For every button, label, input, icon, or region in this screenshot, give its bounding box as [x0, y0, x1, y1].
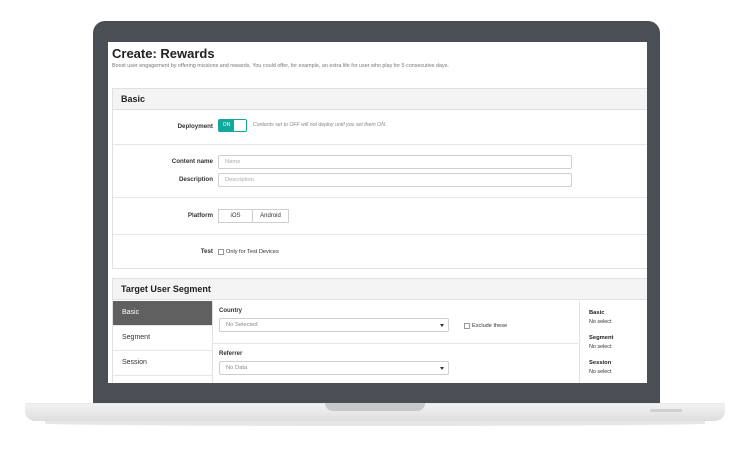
exclude-label: Exclude these	[472, 323, 508, 329]
platform-label: Platform	[187, 212, 213, 219]
exclude-checkbox[interactable]	[464, 323, 470, 329]
basic-panel-header: Basic	[113, 89, 647, 110]
referrer-label: Referrer	[219, 351, 243, 357]
segment-tab-session[interactable]: Session	[113, 351, 212, 376]
chevron-down-icon	[440, 324, 444, 327]
referrer-select-value: No Data	[226, 365, 248, 371]
laptop-mockup: Create: Rewards Boost user engagement by…	[0, 0, 750, 450]
segment-panel: Target User Segment Basic Segment Sessio…	[112, 278, 647, 383]
summary-basic-value: No select	[589, 319, 612, 325]
sidebar-divider	[212, 301, 213, 383]
app-screen: Create: Rewards Boost user engagement by…	[108, 42, 647, 383]
test-devices-checkbox[interactable]	[218, 249, 224, 255]
summary-segment-title: Segment	[589, 335, 614, 341]
content-name-label: Content name	[171, 158, 213, 165]
summary-divider	[579, 301, 580, 383]
deployment-label: Deployment	[177, 123, 213, 130]
chevron-down-icon	[440, 367, 444, 370]
laptop-shadow	[45, 421, 705, 426]
platform-android-button[interactable]: Android	[252, 209, 289, 223]
platform-row: Platform iOS Android	[113, 199, 647, 235]
page-title: Create: Rewards	[112, 46, 215, 61]
laptop-notch	[325, 403, 425, 411]
summary-basic-title: Basic	[589, 310, 605, 316]
toggle-on-label: ON	[219, 120, 234, 131]
summary-session-value: No select	[589, 369, 612, 375]
country-select[interactable]: No Selected	[219, 318, 449, 332]
description-label: Description	[178, 176, 213, 183]
laptop-foot-mark	[650, 409, 682, 412]
segment-tab-segment[interactable]: Segment	[113, 326, 212, 351]
description-input[interactable]: Description	[218, 173, 572, 187]
content-name-input[interactable]: Name	[218, 155, 572, 169]
deployment-hint: Contents set to OFF will not deploy unti…	[253, 122, 387, 128]
segment-tab-basic[interactable]: Basic	[113, 301, 212, 326]
country-label: Country	[219, 308, 242, 314]
page-subtitle: Boost user engagement by offering missio…	[112, 63, 449, 69]
test-label: Test	[200, 248, 213, 255]
summary-segment-value: No select	[589, 344, 612, 350]
test-row: Test Only for Test Devices	[113, 236, 647, 270]
country-select-value: No Selected	[226, 322, 258, 328]
referrer-select[interactable]: No Data	[219, 361, 449, 375]
basic-panel: Basic Deployment ON Contents set to OFF …	[112, 88, 647, 269]
content-row: Content name Name Description Descriptio…	[113, 146, 647, 198]
field-divider	[213, 343, 578, 344]
test-devices-label: Only for Test Devices	[226, 249, 279, 255]
deployment-row: Deployment ON Contents set to OFF will n…	[113, 111, 647, 145]
deployment-toggle[interactable]: ON	[218, 119, 247, 132]
segment-panel-header: Target User Segment	[113, 279, 647, 300]
summary-session-title: Session	[589, 360, 612, 366]
platform-ios-button[interactable]: iOS	[218, 209, 253, 223]
